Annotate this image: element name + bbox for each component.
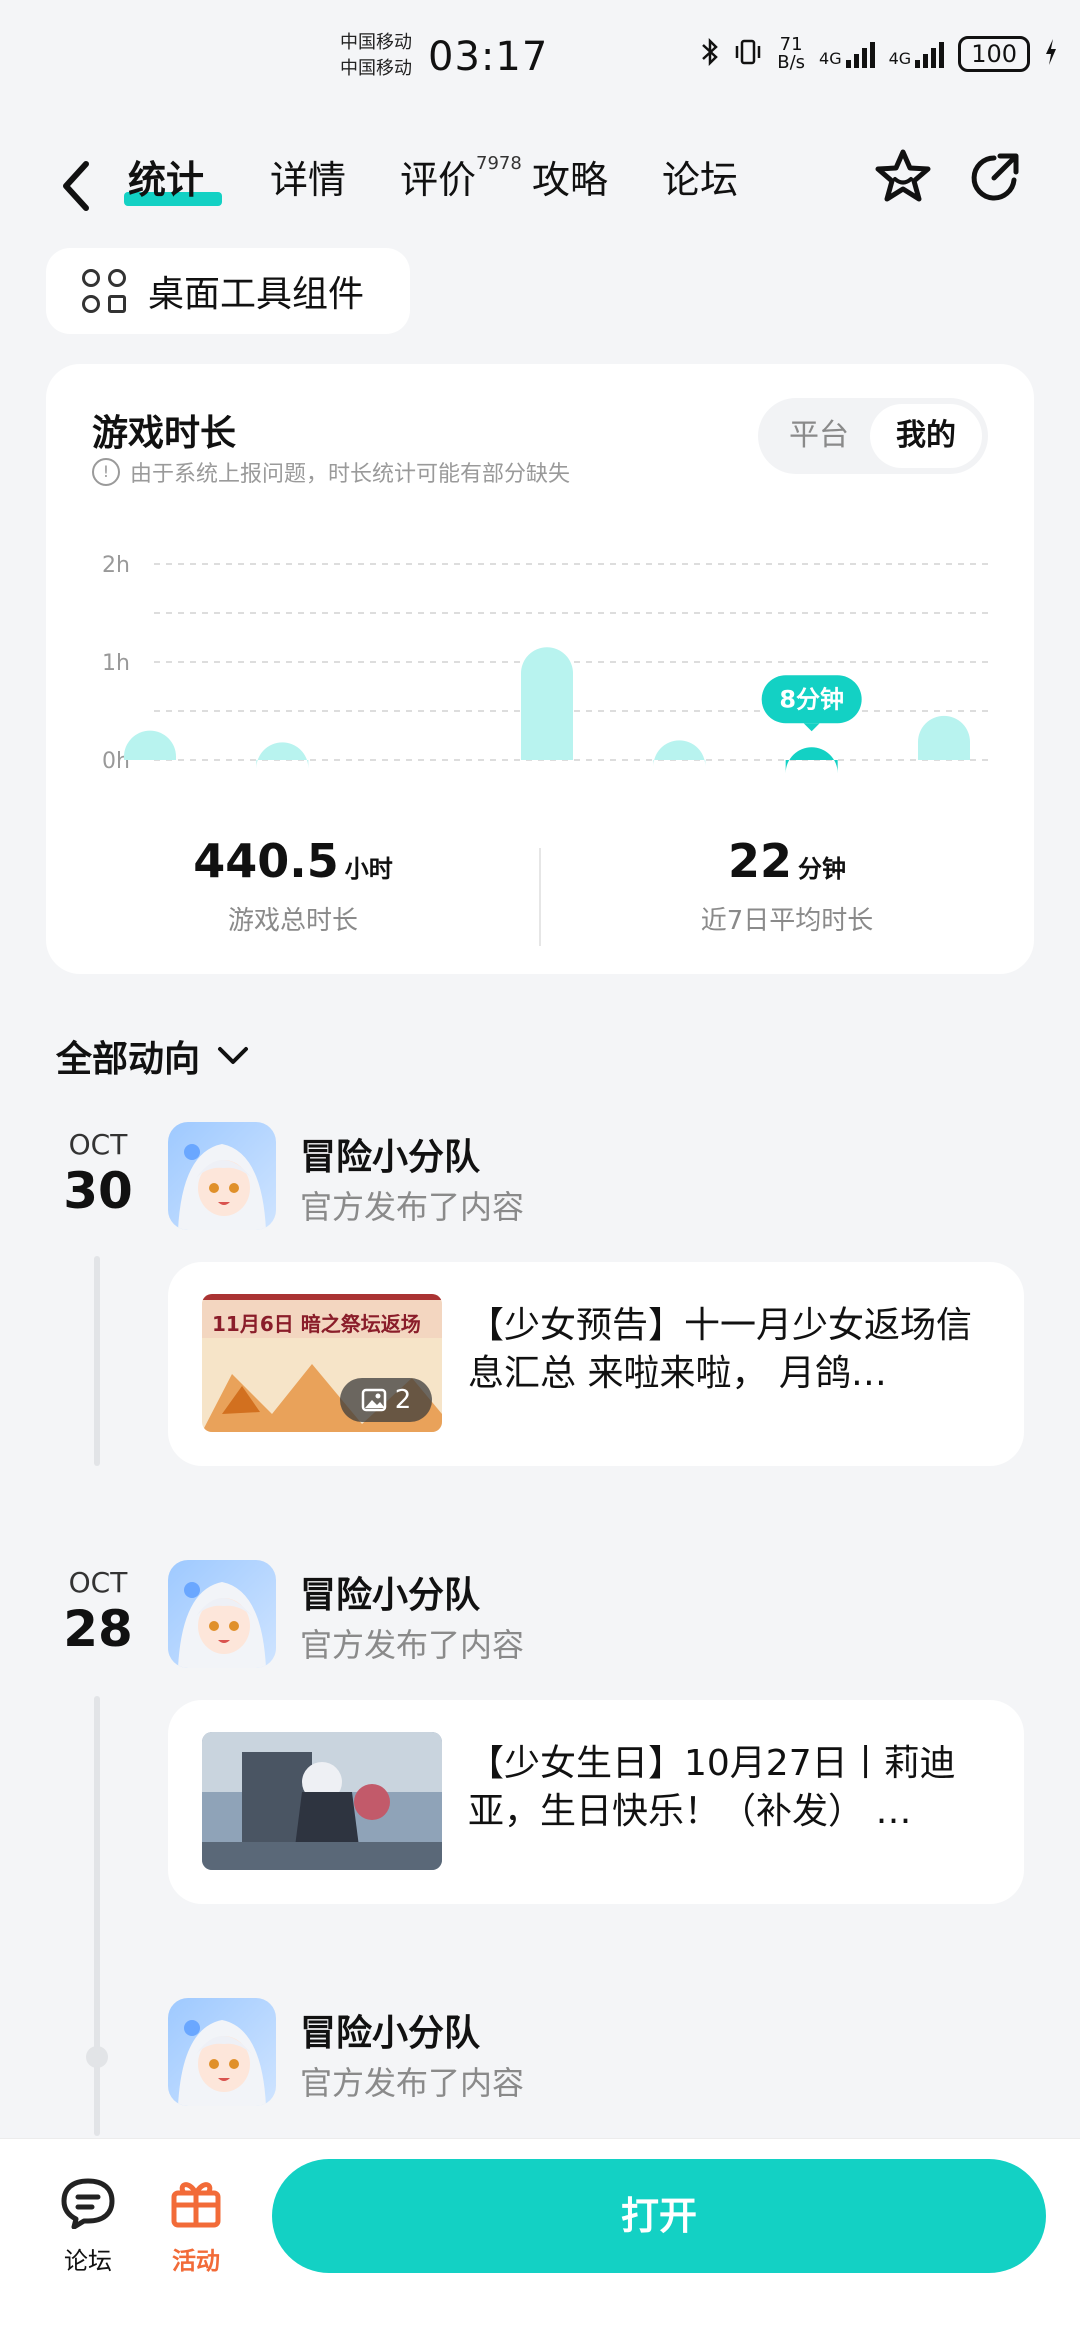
total-playtime-value: 440.5 [193, 834, 339, 888]
share-icon[interactable] [964, 146, 1026, 208]
bottom-action-bar: 论坛 活动 打开 [0, 2138, 1080, 2339]
activity-label: 活动 [172, 2247, 220, 2275]
post-2-thumbnail [202, 1732, 442, 1870]
toggle-platform[interactable]: 平台 [768, 404, 870, 468]
tab-guides[interactable]: 攻略 [532, 150, 608, 210]
post-1-action: 官方发布了内容 [300, 1188, 525, 1226]
image-icon [361, 1388, 386, 1412]
tab-reviews[interactable]: 评价 7978 [400, 150, 522, 210]
playtime-title: 游戏时长 [92, 413, 237, 454]
playtime-note: ! 由于系统上报问题，时长统计可能有部分缺失 [92, 456, 570, 488]
battery-indicator: 100 [958, 36, 1030, 72]
y-tick-label: 2h [102, 553, 130, 578]
timeline-dot [86, 2046, 108, 2068]
avg-playtime-unit: 分钟 [798, 855, 846, 883]
post-2-day: 28 [63, 1600, 133, 1658]
post-2-card[interactable]: 【少女生日】10月27日丨莉迪亚，生日快乐！（补发） … [168, 1700, 1024, 1904]
feed-filter-label: 全部动向 [56, 1039, 201, 1080]
total-playtime-label: 游戏总时长 [227, 906, 358, 936]
post-1-text: 【少女预告】十一月少女返场信息汇总 来啦来啦， 月鸽… [468, 1305, 973, 1394]
forum-label: 论坛 [64, 2247, 112, 2275]
post-1-author[interactable]: 冒险小分队 [300, 1128, 480, 1180]
post-3-action: 官方发布了内容 [300, 2064, 525, 2102]
chart-bar [653, 740, 706, 767]
tab-stats[interactable]: 统计 [128, 150, 204, 210]
avg-playtime-label: 近7日平均时长 [700, 906, 874, 936]
bluetooth-icon [701, 37, 719, 72]
post-2-month: OCT [68, 1566, 128, 1599]
status-icons: 71 B/s 4G 4G 100 [701, 36, 1058, 72]
forum-button[interactable]: 论坛 [38, 2175, 138, 2276]
tab-forum[interactable]: 论坛 [662, 150, 738, 210]
grid-icon [82, 269, 126, 313]
gift-icon [171, 2182, 221, 2228]
total-playtime-unit: 小时 [344, 855, 393, 883]
avatar[interactable] [168, 1560, 276, 1668]
playtime-card: 游戏时长 ! 由于系统上报问题，时长统计可能有部分缺失 平台 我的 0h 1h 2h… [46, 364, 1034, 974]
post-2-action: 官方发布了内容 [300, 1626, 525, 1664]
y-tick-label: 1h [102, 651, 130, 676]
charging-icon [1044, 37, 1058, 72]
net-type-2: 4G [888, 49, 912, 68]
open-game-button[interactable]: 打开 [272, 2159, 1046, 2273]
chevron-down-icon [218, 1047, 249, 1064]
desktop-widget-label: 桌面工具组件 [148, 274, 365, 315]
post-2-text: 【少女生日】10月27日丨莉迪亚，生日快乐！（补发） … [468, 1743, 956, 1832]
signal-bars-icon [915, 40, 945, 68]
image-count-badge: 2 [340, 1378, 432, 1422]
chart-bar [124, 730, 176, 760]
post-3-author[interactable]: 冒险小分队 [300, 2004, 480, 2056]
image-count: 2 [394, 1385, 412, 1415]
net-type-1: 4G [819, 49, 842, 68]
feed-filter-dropdown[interactable]: 全部动向 [56, 1030, 250, 1082]
highlight-tooltip-label: 8分钟 [779, 685, 844, 713]
favorite-star-icon[interactable] [872, 146, 934, 208]
vibrate-icon [733, 37, 763, 72]
avatar[interactable] [168, 1122, 276, 1230]
post-2-author[interactable]: 冒险小分队 [300, 1566, 480, 1618]
chart-bar [256, 742, 309, 769]
avatar[interactable] [168, 1998, 276, 2106]
playtime-note-text: 由于系统上报问题，时长统计可能有部分缺失 [130, 462, 571, 487]
info-icon: ! [92, 458, 120, 486]
post-1-thumb-caption: 11月6日 暗之祭坛返场 [212, 1312, 421, 1336]
post-1-thumbnail: 11月6日 暗之祭坛返场 2 [202, 1294, 442, 1432]
chart-bar [918, 715, 970, 760]
forum-chat-icon [61, 2178, 115, 2230]
activity-button[interactable]: 活动 [146, 2175, 246, 2276]
timeline-line [94, 1696, 100, 2136]
signal-2: 4G [889, 40, 945, 68]
signal-1: 4G [819, 40, 875, 68]
desktop-widget-button[interactable]: 桌面工具组件 [46, 248, 410, 334]
avg-playtime-value: 22 [727, 834, 792, 888]
post-1-day: 30 [63, 1162, 133, 1220]
carrier-info: 中国移动 中国移动 [340, 30, 412, 82]
total-playtime: 440.5 小时 游戏总时长 [46, 834, 540, 937]
chart-bar [521, 647, 573, 760]
highlight-tooltip-pointer [803, 723, 820, 732]
toggle-mine[interactable]: 我的 [870, 404, 982, 468]
playtime-chart: 0h1h2h10/2410/2510/2610/2710/2810/298分钟1… [102, 553, 988, 774]
tab-reviews-label: 评价 [400, 158, 477, 202]
net-speed-unit: B/s [777, 52, 806, 73]
timeline-line [94, 1256, 100, 1466]
net-speed: 71 B/s [777, 36, 805, 72]
avg-playtime: 22 分钟 近7日平均时长 [540, 834, 1034, 937]
status-time: 03:17 [428, 34, 549, 80]
post-1-card[interactable]: 11月6日 暗之祭坛返场 2 【少女预告】十一月少女返场信息汇总 来啦来啦， 月… [168, 1262, 1024, 1466]
source-toggle: 平台 我的 [758, 398, 988, 474]
post-1-month: OCT [68, 1128, 128, 1161]
carrier-1: 中国移动 [340, 32, 412, 53]
signal-bars-icon [845, 40, 875, 68]
review-count-badge: 7978 [476, 153, 522, 174]
tab-details[interactable]: 详情 [270, 150, 346, 210]
carrier-2: 中国移动 [340, 58, 412, 79]
